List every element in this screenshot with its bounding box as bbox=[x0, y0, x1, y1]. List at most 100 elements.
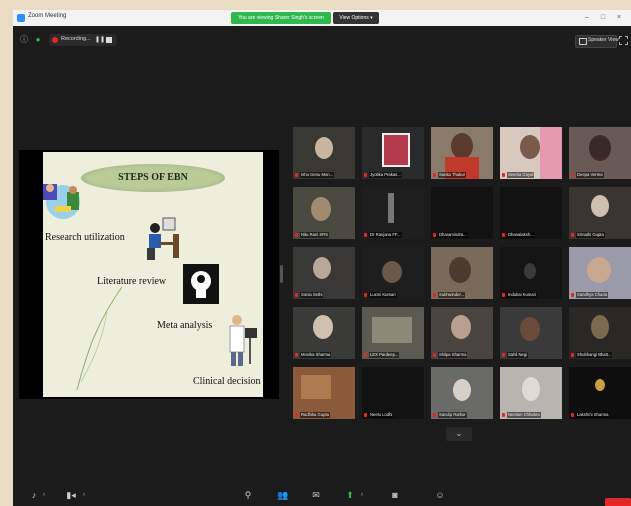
reactions-icon[interactable]: ☺ bbox=[433, 488, 447, 502]
zoom-logo-icon bbox=[17, 14, 25, 22]
slide-title: STEPS OF EBN bbox=[118, 172, 188, 183]
participant-name: Sahil Negi bbox=[507, 352, 529, 358]
share-options-chevron-icon[interactable]: ˄ bbox=[359, 488, 365, 502]
participant-name: Monika Sharma bbox=[300, 352, 332, 358]
muted-mic-icon bbox=[502, 233, 505, 237]
muted-mic-icon bbox=[364, 173, 367, 177]
participant-name: Neelam Chhabra bbox=[507, 412, 541, 418]
participant-tile-active[interactable]: Seema Goyal bbox=[500, 127, 562, 179]
participant-tile[interactable]: Lakshmi Sharma bbox=[569, 367, 631, 419]
muted-mic-icon bbox=[295, 293, 298, 297]
close-icon[interactable]: × bbox=[613, 12, 625, 24]
participant-name: Jyotika Prakas... bbox=[369, 172, 402, 178]
maximize-icon[interactable]: □ bbox=[597, 12, 609, 24]
participant-name: Dharamindra... bbox=[438, 232, 468, 238]
participant-tile[interactable]: Deepa Verma bbox=[569, 127, 631, 179]
participant-name: Ishu Genu Mon... bbox=[300, 172, 335, 178]
muted-mic-icon bbox=[571, 173, 574, 177]
muted-mic-icon bbox=[295, 173, 298, 177]
meta-analysis-clipart bbox=[183, 264, 219, 304]
participant-tile[interactable]: Sukhwinder... bbox=[431, 247, 493, 299]
muted-mic-icon bbox=[433, 233, 436, 237]
participant-tile[interactable]: Dharamindra... bbox=[431, 187, 493, 239]
muted-mic-icon bbox=[571, 353, 574, 357]
participant-name: Shubhangi Bhatt... bbox=[576, 352, 613, 358]
slide-item-research: Research utilization bbox=[45, 232, 125, 243]
participant-name: Sunita Thakur bbox=[438, 172, 466, 178]
participant-tile[interactable]: Radhika Gupta bbox=[293, 367, 355, 419]
participant-tile[interactable]: Shilpa Sharma bbox=[431, 307, 493, 359]
stop-recording-icon[interactable] bbox=[106, 37, 112, 43]
participant-tile[interactable]: Luxmi Kumari bbox=[362, 247, 424, 299]
window-title: Zoom Meeting bbox=[28, 13, 67, 19]
participant-tile[interactable]: Sandhya Chada bbox=[569, 247, 631, 299]
participant-tile[interactable]: Indukai Kumari bbox=[500, 247, 562, 299]
participant-tile[interactable]: Jyotika Prakas... bbox=[362, 127, 424, 179]
video-options-chevron-icon[interactable]: ˄ bbox=[81, 488, 87, 502]
muted-mic-icon bbox=[364, 353, 367, 357]
participant-tile[interactable]: Srinathi Gupta bbox=[569, 187, 631, 239]
share-banner: You are viewing Sharer Singh's screen bbox=[231, 12, 331, 24]
participant-tile[interactable]: Shubhangi Bhatt... bbox=[569, 307, 631, 359]
microphone-icon[interactable]: ♪ bbox=[27, 488, 41, 502]
participant-tile[interactable]: LEX Pardeep... bbox=[362, 307, 424, 359]
participant-tile[interactable]: Sandip Rathor bbox=[431, 367, 493, 419]
participant-name: Dhanalaksh... bbox=[507, 232, 535, 238]
slide-item-clinical: Clinical decision bbox=[193, 376, 261, 387]
participant-tile[interactable]: Sonia Sethi bbox=[293, 247, 355, 299]
participant-name: Sukhwinder... bbox=[438, 292, 466, 298]
participant-tile[interactable]: Sunita Thakur bbox=[431, 127, 493, 179]
record-icon[interactable]: ◙ bbox=[387, 488, 403, 502]
participant-tile[interactable]: Ishu Genu Mon... bbox=[293, 127, 355, 179]
participant-gallery: Ishu Genu Mon... Jyotika Prakas... Sunit… bbox=[283, 123, 631, 433]
presentation-slide: STEPS OF EBN Research utilization Litera… bbox=[43, 152, 263, 397]
participant-name: Luxmi Kumari bbox=[369, 292, 397, 298]
muted-mic-icon bbox=[433, 293, 436, 297]
pause-recording-icon[interactable]: ❚❚ bbox=[95, 36, 105, 43]
zoom-window: Zoom Meeting You are viewing Sharer Sing… bbox=[13, 10, 631, 506]
muted-mic-icon bbox=[502, 293, 505, 297]
participant-tile[interactable]: Sahil Negi bbox=[500, 307, 562, 359]
muted-mic-icon bbox=[502, 353, 505, 357]
record-dot-icon bbox=[52, 37, 58, 43]
muted-mic-icon bbox=[364, 413, 367, 417]
view-options-button[interactable]: View Options ▾ bbox=[333, 12, 379, 24]
participant-tile[interactable]: Nitu Rani SRS bbox=[293, 187, 355, 239]
participant-tile[interactable]: Monika Sharma bbox=[293, 307, 355, 359]
participant-name: Radhika Gupta bbox=[300, 412, 330, 418]
participant-name: Sonia Sethi bbox=[300, 292, 324, 298]
slide-item-meta: Meta analysis bbox=[157, 320, 213, 331]
chat-icon[interactable]: ✉ bbox=[309, 488, 323, 502]
participant-name: Shilpa Sharma bbox=[438, 352, 468, 358]
participant-name: LEX Pardeep... bbox=[369, 352, 400, 358]
video-camera-icon[interactable]: ▮◂ bbox=[63, 488, 79, 502]
muted-mic-icon bbox=[295, 413, 298, 417]
next-page-button[interactable]: ⌄ bbox=[446, 427, 472, 441]
literature-clipart bbox=[147, 217, 179, 260]
audio-options-chevron-icon[interactable]: ˄ bbox=[41, 488, 47, 502]
fullscreen-icon[interactable] bbox=[619, 36, 628, 45]
participant-tile[interactable]: Dr Ranjana FF... bbox=[362, 187, 424, 239]
participant-name: Sandip Rathor bbox=[438, 412, 467, 418]
participant-name: Lakshmi Sharma bbox=[576, 412, 610, 418]
muted-mic-icon bbox=[364, 233, 367, 237]
security-icon[interactable]: ⚲ bbox=[241, 488, 255, 502]
participant-name: Deepa Verma bbox=[576, 172, 604, 178]
share-screen-icon[interactable]: ⬆ bbox=[343, 488, 357, 502]
participant-tile[interactable]: Neelam Chhabra bbox=[500, 367, 562, 419]
participants-icon[interactable]: 👥 bbox=[275, 488, 291, 502]
clinical-clipart bbox=[229, 315, 257, 366]
recording-label: Recording... bbox=[61, 36, 91, 42]
minimize-icon[interactable]: – bbox=[581, 12, 593, 24]
participant-name: Seema Goyal bbox=[507, 172, 535, 178]
participant-name: Neelu Lodhi bbox=[369, 412, 394, 418]
shield-icon[interactable]: ● bbox=[33, 35, 43, 45]
participant-tile[interactable]: Dhanalaksh... bbox=[500, 187, 562, 239]
end-meeting-button[interactable] bbox=[605, 498, 631, 506]
info-icon[interactable]: ⓘ bbox=[19, 35, 29, 45]
participant-tile[interactable]: Neelu Lodhi bbox=[362, 367, 424, 419]
speaker-view-button[interactable]: Speaker View bbox=[575, 35, 619, 48]
participant-name: Nitu Rani SRS bbox=[300, 232, 329, 238]
muted-mic-icon bbox=[571, 293, 574, 297]
slide-item-literature: Literature review bbox=[97, 276, 167, 287]
